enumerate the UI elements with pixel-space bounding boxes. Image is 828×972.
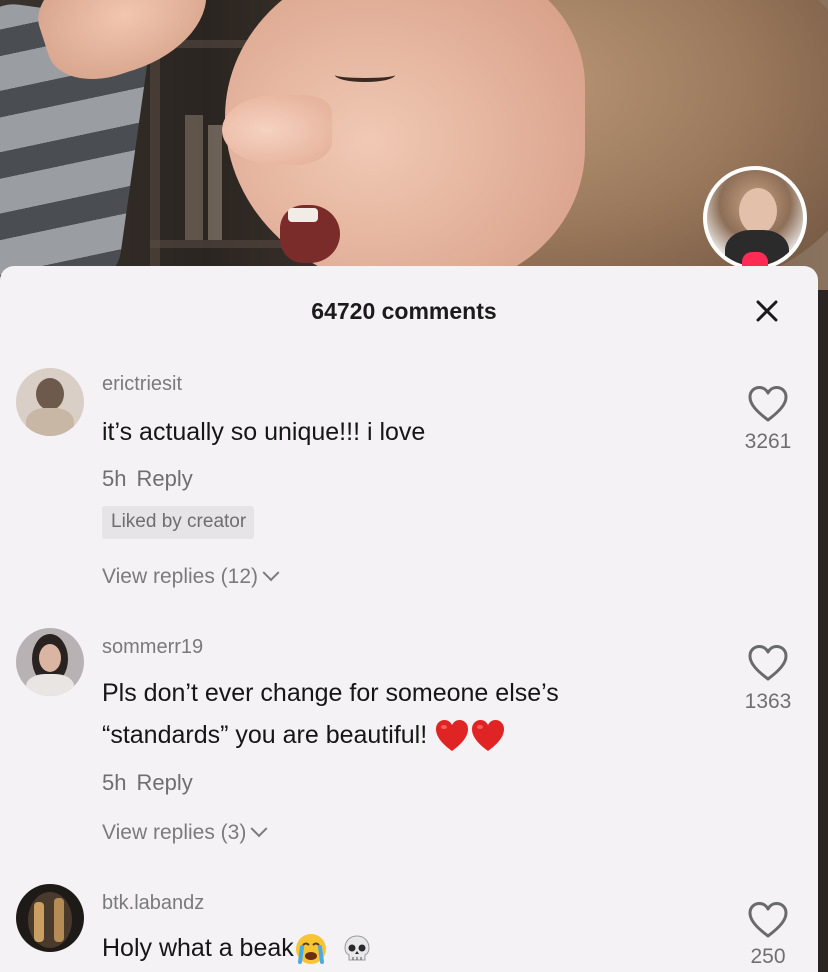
nose [222,95,332,165]
eye [335,68,395,82]
view-replies-button[interactable]: View replies (12) [102,564,280,589]
comment-meta: 5h Reply [102,770,193,796]
avatar-head [39,644,61,672]
like-count: 250 [750,945,786,968]
reply-button[interactable]: Reply [136,770,192,795]
crying-face-emoji [295,934,326,965]
reply-button[interactable]: Reply [136,466,192,491]
chevron-down-icon [250,820,268,838]
comment-username[interactable]: btk.labandz [102,892,204,915]
comments-sheet [0,266,818,972]
like-count: 3261 [744,430,792,453]
avatar[interactable] [16,628,84,696]
heart-outline-icon[interactable] [746,643,790,683]
avatar-detail [54,898,64,942]
comment-time: 5h [102,466,127,491]
bookshelf-post [150,40,160,270]
book [185,115,203,240]
comments-count-title: 64720 comments [311,298,497,324]
liked-by-creator-badge: Liked by creator [102,506,255,539]
comment-text: Holy what a beak [102,934,294,962]
comment-time: 5h [102,770,127,795]
comment-text: it’s actually so unique!!! i love [102,418,426,446]
heart-outline-icon[interactable] [746,900,790,940]
book [208,125,222,240]
comment-username[interactable]: erictriesit [102,373,182,396]
avatar[interactable] [16,368,84,436]
video-frame[interactable] [0,0,828,290]
skull-emoji [344,935,370,961]
heart-outline-icon[interactable] [746,384,790,424]
avatar[interactable] [16,884,84,952]
close-icon[interactable] [754,298,780,324]
view-replies-label: View replies (12) [102,565,259,588]
avatar-detail [34,902,44,942]
red-heart-emoji [436,720,505,752]
avatar-body [26,674,74,696]
comment-text-row: Holy what a beak [102,929,372,967]
chevron-down-icon [262,564,280,582]
comment-meta: 5h Reply [102,466,193,492]
avatar-body [26,408,74,436]
creator-avatar-head [739,188,777,234]
bookshelf-board [150,240,300,248]
teeth [288,208,318,222]
view-replies-button[interactable]: View replies (3) [102,820,268,845]
view-replies-label: View replies (3) [102,821,247,844]
comment-text-line-2: “standards” you are beautiful! [102,721,428,749]
comment-text-line-1: Pls don’t ever change for someone else’s [102,679,559,707]
like-count: 1363 [744,690,792,713]
comment-username[interactable]: sommerr19 [102,636,203,659]
comment-text-line-2-row: “standards” you are beautiful! [102,716,506,755]
avatar-head [36,378,64,410]
